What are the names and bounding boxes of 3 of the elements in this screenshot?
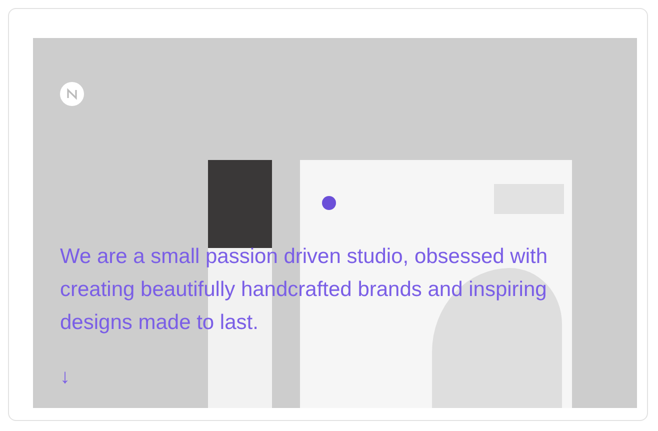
scroll-down-link[interactable]: ↓ (60, 367, 70, 387)
headline-text: We are a small passion driven studio, obsessed with creating beautifully handcrafted brands and inspiring designs made to last. (60, 244, 549, 336)
logo-icon (60, 82, 84, 106)
